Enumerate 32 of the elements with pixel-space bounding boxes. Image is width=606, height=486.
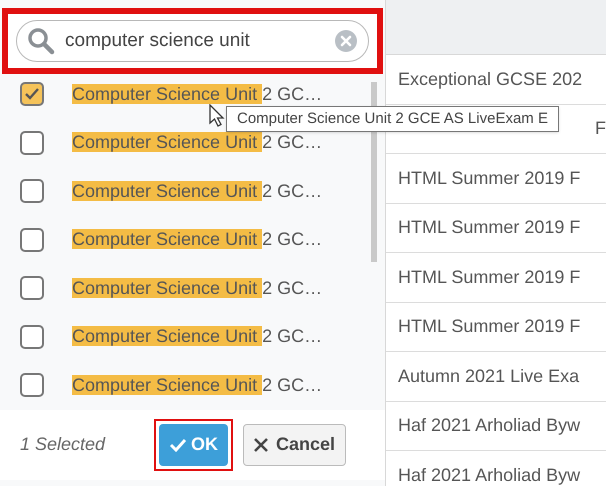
cursor-icon	[209, 104, 225, 128]
checkbox[interactable]	[20, 82, 44, 106]
tooltip: Computer Science Unit 2 GCE AS LiveExam E	[226, 106, 559, 132]
item-label: Computer Science Unit 2 GC…	[72, 325, 322, 348]
table-cell-text: HTML Summer 2019 F	[398, 315, 580, 338]
table-cell-text: Autumn 2021 Live Exa	[398, 364, 580, 388]
item-label: Computer Science Unit 2 GC…	[72, 180, 322, 203]
check-icon	[169, 438, 187, 452]
checkbox[interactable]	[20, 276, 44, 300]
search-icon	[27, 27, 55, 55]
item-label: Computer Science Unit 2 GC…	[72, 131, 322, 154]
cancel-button[interactable]: Cancel	[243, 424, 346, 466]
table-cell-text: Exceptional GCSE 202	[398, 68, 582, 91]
checkbox[interactable]	[20, 324, 44, 349]
item-label: Computer Science Unit 2 GC…	[72, 228, 322, 252]
item-label: Computer Science Unit 2 GC…	[72, 374, 322, 397]
check-icon	[24, 87, 40, 102]
table-cell-text: Haf 2021 Arholiad Byw	[398, 464, 580, 486]
checkbox[interactable]	[20, 373, 44, 398]
table-cell-text: HTML Summer 2019 F	[398, 216, 580, 240]
search-field[interactable]: computer science unit	[16, 20, 369, 62]
checkbox[interactable]	[20, 130, 44, 155]
table-cell-text: HTML Summer 2019 F	[398, 166, 580, 190]
selected-count: 1 Selected	[20, 433, 106, 456]
table-cell-text: F	[595, 117, 606, 140]
checkbox[interactable]	[20, 179, 44, 204]
table-cell-text: HTML Summer 2019 F	[398, 266, 580, 289]
table-cell-text: Haf 2021 Arholiad Byw	[398, 414, 580, 438]
item-label: Computer Science Unit 2 GC…	[72, 276, 322, 300]
close-icon	[254, 438, 268, 452]
checkbox[interactable]	[20, 228, 44, 252]
item-label: Computer Science Unit 2 GC…	[72, 82, 322, 106]
